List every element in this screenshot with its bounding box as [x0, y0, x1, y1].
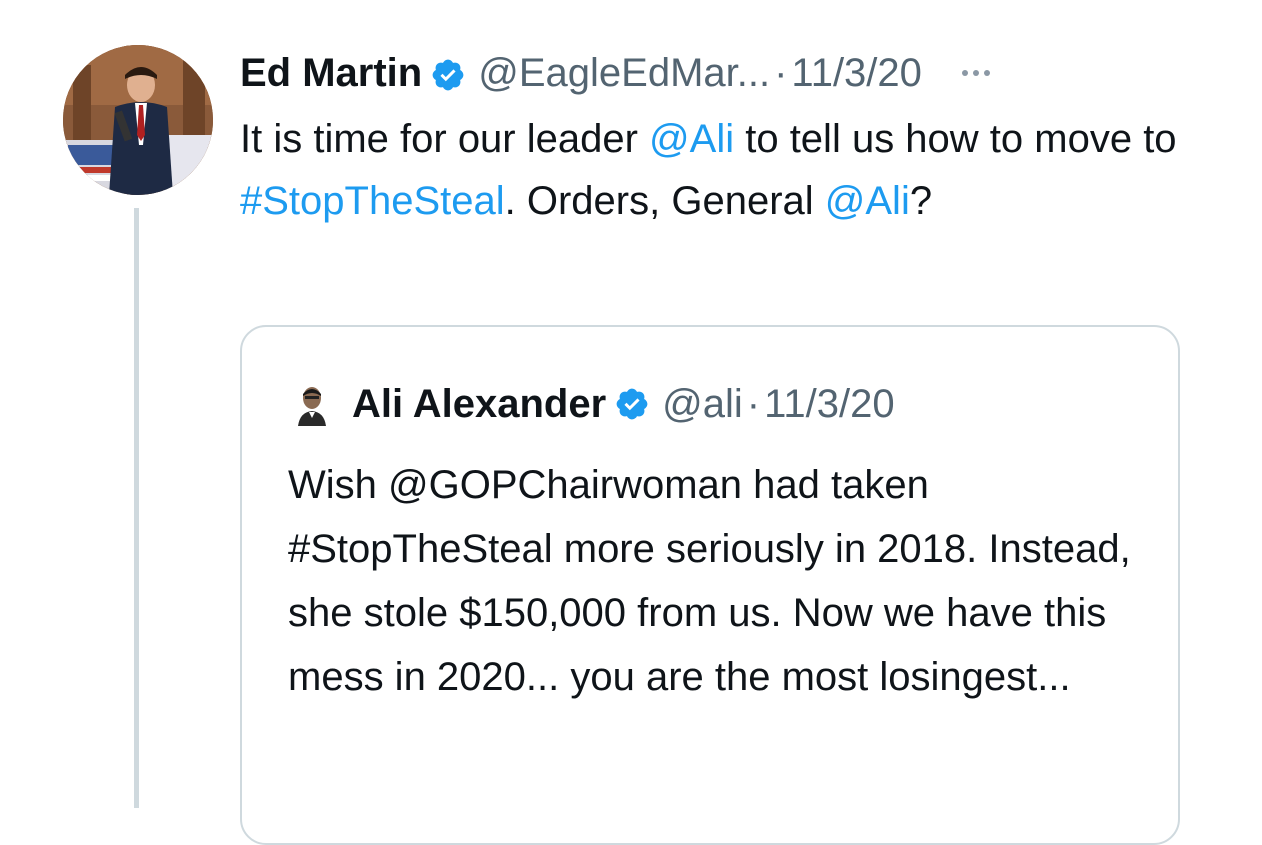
hashtag-link[interactable]: #StopTheSteal	[240, 179, 505, 223]
tweet-text-segment: ?	[909, 179, 933, 223]
author-handle[interactable]: @EagleEdMar...	[478, 48, 770, 98]
quoted-tweet-card[interactable]: Ali Alexander @ali · 11/3/20 Wish @GOPCh…	[240, 325, 1180, 845]
tweet-text: It is time for our leader @Ali to tell u…	[240, 108, 1200, 232]
tweet-date[interactable]: 11/3/20	[791, 48, 922, 98]
quoted-tweet-header: Ali Alexander @ali · 11/3/20	[290, 377, 895, 431]
author-name[interactable]: Ed Martin	[240, 48, 422, 98]
header-separator: ·	[746, 381, 761, 426]
tweet-header: Ed Martin @EagleEdMar... · 11/3/20	[240, 48, 990, 98]
more-options-icon[interactable]	[961, 70, 990, 76]
ed-martin-avatar[interactable]	[63, 45, 213, 195]
ali-alexander-avatar[interactable]	[290, 382, 334, 426]
quoted-author-handle[interactable]: @ali	[662, 382, 743, 427]
tweet-text-segment: . Orders, General	[504, 179, 825, 223]
mention-link[interactable]: @Ali	[649, 117, 734, 161]
header-separator: ·	[774, 51, 788, 95]
tweet-text-segment: It is time for our leader	[240, 117, 650, 161]
quoted-tweet-date[interactable]: 11/3/20	[764, 382, 895, 427]
mention-link[interactable]: @Ali	[825, 179, 910, 223]
quoted-tweet-text: Wish @GOPChairwoman had taken #StopTheSt…	[288, 463, 1131, 699]
verified-badge-icon	[614, 386, 650, 422]
verified-badge-icon	[430, 55, 466, 91]
tweet-text-segment: to tell us how to move to	[734, 117, 1177, 161]
thread-connector-line	[134, 208, 139, 808]
quoted-author-name[interactable]: Ali Alexander	[352, 382, 606, 427]
